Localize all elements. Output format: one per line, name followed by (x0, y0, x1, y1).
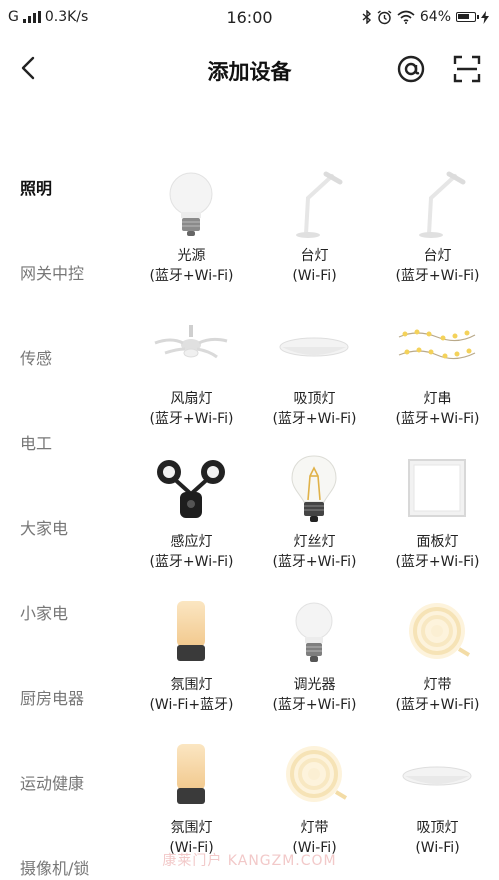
device-protocol: (蓝牙+Wi-Fi) (149, 268, 234, 284)
device-card[interactable]: 风扇灯 (蓝牙+Wi-Fi) (130, 311, 253, 454)
panel-light-icon (408, 459, 466, 517)
category-health[interactable]: 运动健康 (20, 770, 84, 794)
device-protocol: (蓝牙+Wi-Fi) (395, 697, 480, 713)
device-card[interactable]: 吸顶灯 (蓝牙+Wi-Fi) (253, 311, 376, 454)
device-grid: 光源 (蓝牙+Wi-Fi) 台灯 (Wi-Fi) 台灯 (蓝牙+Wi-Fi) 风… (130, 100, 499, 880)
device-name: 氛围灯 (170, 820, 213, 836)
category-sensor[interactable]: 传感 (20, 345, 52, 369)
status-left: G 0.3K/s (8, 9, 148, 25)
ambient-lamp-icon (177, 601, 205, 661)
device-name: 吸顶灯 (416, 820, 459, 836)
sensor-light-icon (157, 460, 225, 518)
network-speed: 0.3K/s (44, 9, 89, 25)
watermark: 康莱门户 KANGZM.COM (162, 853, 337, 869)
bulb-icon (169, 172, 213, 236)
device-name: 台灯 (423, 248, 452, 264)
device-name: 感应灯 (170, 534, 213, 550)
at-button[interactable] (394, 52, 428, 86)
device-card[interactable]: 感应灯 (蓝牙+Wi-Fi) (130, 454, 253, 597)
battery-percent: 64% (419, 9, 451, 25)
device-name: 氛围灯 (170, 677, 213, 693)
ceiling-light-icon (402, 766, 472, 786)
nav-bar: 添加设备 (0, 38, 499, 100)
fan-light-icon (154, 325, 228, 359)
device-card[interactable]: 氛围灯 (Wi-Fi+蓝牙) (130, 597, 253, 740)
device-name: 光源 (177, 248, 206, 264)
alarm-icon (377, 9, 392, 24)
status-bar: G 0.3K/s 16:00 64% (0, 0, 499, 34)
device-protocol: (蓝牙+Wi-Fi) (395, 411, 480, 427)
scan-button[interactable] (450, 52, 484, 86)
device-name: 吸顶灯 (293, 391, 336, 407)
device-protocol: (Wi-Fi+蓝牙) (149, 697, 234, 713)
device-card[interactable]: 光源 (蓝牙+Wi-Fi) (130, 168, 253, 311)
device-card[interactable]: 台灯 (蓝牙+Wi-Fi) (376, 168, 499, 311)
category-kitchen[interactable]: 厨房电器 (20, 685, 84, 709)
device-protocol: (蓝牙+Wi-Fi) (272, 411, 357, 427)
category-small-appliance[interactable]: 小家电 (20, 600, 68, 624)
device-name: 灯带 (300, 820, 329, 836)
device-name: 面板灯 (416, 534, 459, 550)
network-type: G (8, 9, 19, 25)
light-strip-icon (286, 746, 348, 802)
signal-icon (22, 11, 41, 23)
scan-icon (453, 55, 481, 83)
status-right: 64% (362, 9, 489, 25)
device-name: 灯带 (423, 677, 452, 693)
category-lighting[interactable]: 照明 (20, 175, 52, 199)
battery-icon (456, 12, 479, 22)
device-card[interactable]: 台灯 (Wi-Fi) (253, 168, 376, 311)
device-protocol: (蓝牙+Wi-Fi) (395, 268, 480, 284)
device-name: 灯串 (423, 391, 452, 407)
device-protocol: (蓝牙+Wi-Fi) (272, 554, 357, 570)
device-name: 风扇灯 (170, 391, 213, 407)
ambient-lamp-icon (177, 744, 205, 804)
filament-bulb-icon (291, 455, 337, 522)
device-card[interactable]: 灯串 (蓝牙+Wi-Fi) (376, 311, 499, 454)
device-card[interactable]: 灯带 (蓝牙+Wi-Fi) (376, 597, 499, 740)
device-card[interactable]: 灯丝灯 (蓝牙+Wi-Fi) (253, 454, 376, 597)
light-strip-icon (409, 603, 471, 659)
category-large-appliance[interactable]: 大家电 (20, 515, 68, 539)
at-sign-icon (397, 55, 425, 83)
device-protocol: (蓝牙+Wi-Fi) (149, 411, 234, 427)
desk-lamp-icon (419, 171, 466, 238)
device-card[interactable]: 调光器 (蓝牙+Wi-Fi) (253, 597, 376, 740)
device-name: 灯丝灯 (293, 534, 336, 550)
device-protocol: (蓝牙+Wi-Fi) (395, 554, 480, 570)
device-protocol: (蓝牙+Wi-Fi) (149, 554, 234, 570)
category-electrical[interactable]: 电工 (20, 430, 52, 454)
device-protocol: (蓝牙+Wi-Fi) (272, 697, 357, 713)
device-card[interactable]: 面板灯 (蓝牙+Wi-Fi) (376, 454, 499, 597)
bulb-icon (295, 602, 333, 662)
ceiling-light-icon (279, 337, 349, 357)
charging-icon (481, 10, 489, 24)
bluetooth-icon (362, 10, 371, 24)
device-name: 台灯 (300, 248, 329, 264)
device-name: 调光器 (293, 677, 336, 693)
wifi-icon (397, 10, 415, 24)
category-sidebar: 照明 网关中控 传感 电工 大家电 小家电 厨房电器 运动健康 摄像机/锁 (0, 100, 130, 880)
category-gateway[interactable]: 网关中控 (20, 260, 84, 284)
device-protocol: (Wi-Fi) (292, 268, 337, 284)
string-lights-icon (398, 329, 476, 360)
desk-lamp-icon (296, 171, 343, 238)
